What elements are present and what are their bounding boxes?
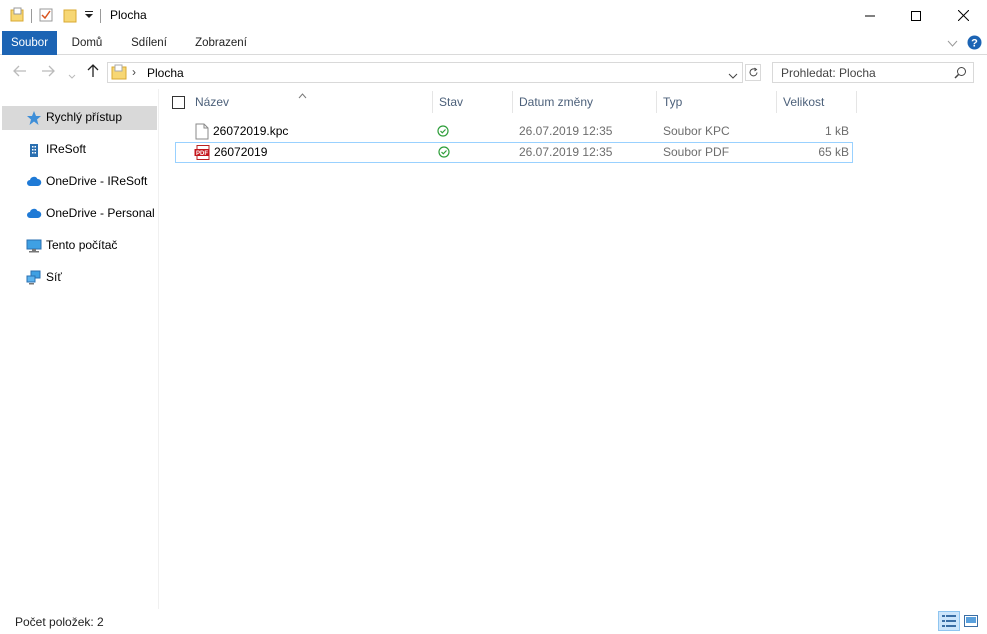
refresh-icon bbox=[749, 67, 757, 77]
file-name: 26072019.kpc bbox=[213, 124, 289, 138]
building-icon bbox=[26, 142, 42, 158]
file-icon bbox=[195, 123, 209, 143]
nav-item-onedrive-personal[interactable]: OneDrive - Personal bbox=[2, 202, 157, 226]
nav-label: Síť bbox=[46, 270, 62, 284]
synced-check-icon bbox=[438, 146, 450, 161]
qat-separator bbox=[100, 9, 101, 23]
nav-item-this-pc[interactable]: Tento počítač bbox=[2, 234, 157, 258]
column-divider[interactable] bbox=[512, 91, 513, 113]
nav-label: OneDrive - IReSoft bbox=[46, 174, 148, 188]
qat-separator bbox=[31, 9, 32, 23]
forward-icon[interactable] bbox=[41, 64, 55, 80]
close-button[interactable] bbox=[940, 0, 986, 31]
tab-sdileni[interactable]: Sdílení bbox=[122, 31, 176, 55]
large-icons-view-button[interactable] bbox=[962, 613, 980, 629]
column-divider[interactable] bbox=[856, 91, 857, 113]
file-type: Soubor KPC bbox=[663, 124, 730, 138]
minimize-icon bbox=[865, 15, 875, 16]
tab-domu[interactable]: Domů bbox=[62, 31, 112, 55]
star-icon bbox=[26, 110, 42, 126]
cloud-icon bbox=[26, 174, 42, 190]
ribbon: Soubor Domů Sdílení Zobrazení ? bbox=[0, 31, 987, 55]
close-icon bbox=[957, 10, 969, 21]
select-all-checkbox[interactable] bbox=[172, 96, 185, 109]
address-dropdown-icon[interactable] bbox=[728, 69, 738, 83]
computer-icon bbox=[26, 238, 42, 254]
desktop-folder-icon bbox=[111, 64, 127, 83]
file-name: 26072019 bbox=[214, 145, 268, 159]
nav-item-network[interactable]: Síť bbox=[2, 266, 157, 290]
column-header-date[interactable]: Datum změny bbox=[519, 92, 593, 116]
file-row[interactable]: 26072019.kpc 26.07.2019 12:35 Soubor KPC… bbox=[175, 121, 853, 142]
column-divider[interactable] bbox=[656, 91, 657, 113]
quick-access-toolbar bbox=[9, 6, 107, 26]
tab-zobrazeni[interactable]: Zobrazení bbox=[188, 31, 254, 55]
svg-text:PDF: PDF bbox=[196, 151, 208, 157]
customize-qat-icon[interactable] bbox=[84, 10, 94, 22]
maximize-icon bbox=[911, 10, 921, 21]
search-icon[interactable] bbox=[954, 66, 967, 82]
search-input[interactable]: Prohledat: Plocha bbox=[781, 66, 876, 80]
synced-check-icon bbox=[437, 125, 449, 140]
column-header-type[interactable]: Typ bbox=[663, 92, 682, 116]
item-count: Počet položek: 2 bbox=[15, 615, 104, 629]
column-header-name[interactable]: Název bbox=[195, 92, 229, 116]
nav-label: IReSoft bbox=[46, 142, 87, 156]
title-bar: Plocha bbox=[0, 0, 987, 31]
breadcrumb-plocha[interactable]: Plocha bbox=[147, 66, 184, 80]
column-header-status[interactable]: Stav bbox=[439, 92, 463, 116]
file-size: 65 kB bbox=[818, 145, 849, 159]
address-bar[interactable]: › Plocha bbox=[107, 62, 743, 83]
column-header-size[interactable]: Velikost bbox=[783, 92, 824, 116]
tab-soubor[interactable]: Soubor bbox=[2, 31, 57, 55]
column-divider[interactable] bbox=[776, 91, 777, 113]
folder-note-icon[interactable] bbox=[9, 7, 25, 26]
file-date: 26.07.2019 12:35 bbox=[519, 145, 613, 159]
details-view-button[interactable] bbox=[938, 611, 960, 631]
recent-locations-icon[interactable] bbox=[68, 67, 76, 83]
nav-label: Tento počítač bbox=[46, 238, 118, 252]
help-icon[interactable]: ? bbox=[967, 35, 982, 53]
file-row[interactable]: PDF 26072019 26.07.2019 12:35 Soubor PDF… bbox=[175, 142, 853, 163]
sort-ascending-icon bbox=[298, 88, 307, 102]
breadcrumb-separator-icon[interactable]: › bbox=[132, 65, 136, 79]
nav-label: Rychlý přístup bbox=[46, 110, 123, 124]
expand-ribbon-icon[interactable] bbox=[947, 37, 958, 51]
back-icon[interactable] bbox=[13, 64, 27, 80]
nav-item-iresoft[interactable]: IReSoft bbox=[2, 138, 157, 162]
file-type: Soubor PDF bbox=[663, 145, 730, 159]
window-title: Plocha bbox=[110, 8, 147, 22]
navigation-pane: Rychlý přístup IReSoft OneDrive - IReSof… bbox=[0, 89, 159, 609]
properties-icon[interactable] bbox=[38, 7, 54, 26]
large-icons-view-icon bbox=[964, 615, 978, 627]
cloud-icon bbox=[26, 206, 42, 222]
svg-text:?: ? bbox=[971, 38, 978, 50]
nav-item-quick-access[interactable]: Rychlý přístup bbox=[2, 106, 157, 130]
file-date: 26.07.2019 12:35 bbox=[519, 124, 613, 138]
status-bar: Počet položek: 2 bbox=[0, 609, 987, 634]
details-view-icon bbox=[942, 615, 956, 627]
file-size: 1 kB bbox=[824, 124, 849, 138]
search-box[interactable]: Prohledat: Plocha bbox=[772, 62, 974, 83]
new-folder-icon[interactable] bbox=[62, 7, 78, 26]
maximize-button[interactable] bbox=[893, 0, 939, 31]
column-divider[interactable] bbox=[432, 91, 433, 113]
nav-item-onedrive-iresoft[interactable]: OneDrive - IReSoft bbox=[2, 170, 157, 194]
pdf-icon: PDF bbox=[194, 145, 211, 163]
nav-label: OneDrive - Personal bbox=[46, 206, 155, 220]
refresh-button[interactable] bbox=[745, 64, 761, 81]
network-icon bbox=[26, 270, 42, 286]
up-icon[interactable] bbox=[87, 64, 99, 81]
minimize-button[interactable] bbox=[847, 0, 893, 31]
